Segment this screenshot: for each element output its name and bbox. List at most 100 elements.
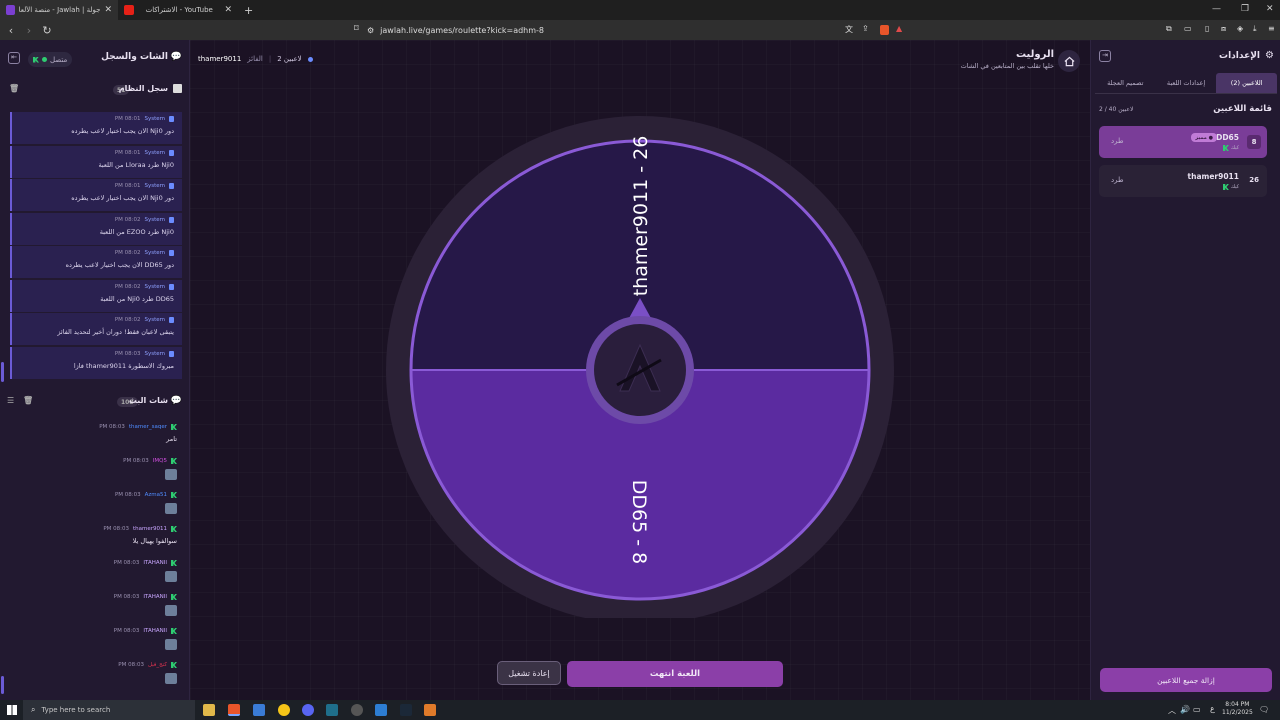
message-user[interactable]: ITAHANII (143, 560, 167, 566)
discord-icon[interactable] (302, 704, 314, 716)
kick-player-button[interactable]: طرد (1111, 137, 1124, 145)
player-platform: كيك (1222, 184, 1239, 190)
panel-title: الشات والسجل (101, 52, 168, 62)
filter-icon[interactable]: ☰ (7, 396, 14, 405)
network-icon[interactable]: ▭ (1193, 705, 1201, 714)
sidebar-icon[interactable]: ▯ (1205, 24, 1209, 33)
player-card-dd65[interactable]: 8 DD65 مميز ● كيك طرد (1099, 126, 1267, 158)
system-log-entry: PM 08:01 System Nji0 طرد Lloraa من اللعبة (10, 145, 182, 178)
volume-icon[interactable]: 🔊 (1180, 705, 1190, 714)
system-log-entry: PM 08:01 System دور Nji0 الان يجب اختيار ل… (10, 112, 182, 144)
share-icon[interactable]: ⇪ (862, 24, 869, 33)
clock-time: 8:04 PM (1225, 701, 1250, 708)
browser-tab-jawlah[interactable]: جولة | Jawlah - منصة الألعاب التفا ✕ (0, 0, 118, 20)
reload-icon[interactable]: ↻ (40, 24, 54, 37)
site-info-icon[interactable]: ⚙ (367, 26, 374, 35)
tabs-icon[interactable]: ⧈ (1221, 24, 1226, 34)
minimize-icon[interactable]: — (1212, 4, 1221, 14)
kick-icon (171, 526, 177, 532)
restart-button[interactable]: إعادة تشغيل (497, 661, 561, 685)
tab-players[interactable]: اللاعبين (2) (1216, 73, 1277, 93)
back-arrow-icon[interactable]: ‹ (4, 24, 18, 37)
system-log-entry: PM 08:03 System مبروك الاسطورة thamer9011 … (10, 346, 182, 379)
player-card-thamer[interactable]: 26 thamer9011 كيك طرد (1099, 165, 1267, 197)
roulette-wheel[interactable]: thamer9011 - 26 DD65 - 8 (385, 108, 895, 618)
app-icon[interactable] (278, 704, 290, 716)
trash-icon[interactable]: 🗑 (9, 84, 19, 93)
file-explorer-icon[interactable] (203, 704, 215, 716)
url-field[interactable]: ⚙ jawlah.live/games/roulette?kick=adhm-8 (367, 23, 897, 37)
scrollbar-thumb[interactable] (1, 362, 4, 382)
menu-icon[interactable]: ≡ (1268, 24, 1275, 33)
message-user[interactable]: IMQ5 (153, 458, 167, 464)
app-icon[interactable] (424, 704, 436, 716)
tab-wheel-design[interactable]: تصميم العجلة (1095, 73, 1156, 93)
close-icon[interactable]: ✕ (224, 5, 232, 15)
kick-icon (171, 424, 177, 430)
message-user[interactable]: thamer9011 (133, 526, 167, 532)
collapse-panel-icon[interactable]: ⇤ (8, 52, 20, 64)
calendar-icon[interactable] (253, 704, 265, 716)
vip-badge: مميز ● (1191, 133, 1217, 142)
message-user[interactable]: Azma51 (145, 492, 167, 498)
tab-game-settings[interactable]: إعدادات اللعبة (1156, 73, 1217, 93)
message-body (165, 469, 177, 482)
windows-start-icon[interactable] (7, 705, 17, 715)
home-button[interactable] (1058, 50, 1080, 72)
vip-badge-text: مميز (1195, 134, 1207, 141)
extensions-icon[interactable]: ⧉ (1166, 24, 1172, 34)
app-icon[interactable] (375, 704, 387, 716)
shield-icon (169, 250, 174, 256)
address-bar: ‹ › ↻ ⌑ ⚙ jawlah.live/games/roulette?kic… (0, 20, 1280, 40)
message-user[interactable]: thamer_saqer (129, 424, 167, 430)
steam-icon[interactable] (400, 704, 412, 716)
winner-label: الفائز (247, 55, 263, 63)
message-user[interactable]: ITAHANII (143, 628, 167, 634)
bookmark-icon[interactable]: ⌑ (354, 24, 359, 34)
vpn-icon[interactable]: ◈ (1237, 24, 1243, 33)
kick-icon (33, 56, 39, 63)
kick-icon (171, 492, 177, 498)
kick-icon (171, 662, 177, 668)
message-time: PM 08:03 (113, 594, 140, 600)
close-window-icon[interactable]: ✕ (1266, 4, 1274, 14)
trash-icon[interactable]: 🗑 (23, 396, 33, 405)
game-over-button[interactable]: اللعبة انتهت (567, 661, 783, 687)
brave-rewards-icon[interactable]: ▲ (896, 24, 902, 33)
jawlah-favicon-icon (6, 5, 16, 15)
maximize-icon[interactable]: ❐ (1241, 4, 1249, 14)
chat-bubble-icon: 💬 (170, 52, 182, 62)
scrollbar-thumb[interactable] (1, 676, 4, 694)
new-tab-button[interactable]: + (244, 4, 253, 17)
tab-title: الاشتراكات - YouTube (145, 6, 213, 14)
wallet-icon[interactable]: ▭ (1184, 24, 1192, 33)
message-meta: PM 08:03 thamer9011 (103, 526, 177, 532)
message-user[interactable]: ITAHANII (143, 594, 167, 600)
entry-meta: PM 08:03 System (115, 350, 174, 357)
forward-arrow-icon[interactable]: › (22, 24, 36, 37)
language-indicator[interactable]: ع (1210, 704, 1215, 713)
remove-all-players-button[interactable]: إزالة جميع اللاعبين (1100, 668, 1272, 692)
clock[interactable]: 8:04 PM 11/2/2025 (1222, 701, 1253, 717)
brave-browser-icon[interactable] (228, 704, 240, 716)
browser-tab-youtube[interactable]: الاشتراكات - YouTube ✕ (118, 0, 238, 20)
message-user[interactable]: كنج_فبل (148, 662, 167, 668)
chat-message: PM 08:03 ITAHANII (1, 628, 177, 658)
taskbar-search[interactable]: ⌕ Type here to search (23, 700, 195, 720)
close-icon[interactable]: ✕ (104, 5, 112, 15)
status-badge: متصل (28, 52, 73, 67)
message-time: PM 08:03 (118, 662, 144, 668)
brave-shield-icon[interactable] (880, 25, 889, 35)
downloads-icon[interactable]: ⤓ (1253, 24, 1257, 34)
terminal-icon[interactable] (326, 704, 338, 716)
collapse-panel-icon[interactable]: ⇥ (1099, 50, 1111, 62)
translate-icon[interactable]: 文 (845, 24, 853, 35)
obs-icon[interactable] (351, 704, 363, 716)
tray-chevron-icon[interactable]: ︿ (1168, 705, 1176, 716)
notifications-icon[interactable]: 🗨 (1259, 705, 1269, 714)
chat-message: PM 08:03 كنج_فبل (1, 662, 177, 692)
system-log-entry: PM 08:02 System يتبقى لاعبان فقط! دوران أخ… (10, 313, 182, 345)
kick-player-button[interactable]: طرد (1111, 176, 1124, 184)
kick-icon (171, 628, 177, 634)
windows-taskbar: ⌕ Type here to search ︿ 🔊 ▭ ع 8:04 PM 11… (0, 700, 1280, 720)
